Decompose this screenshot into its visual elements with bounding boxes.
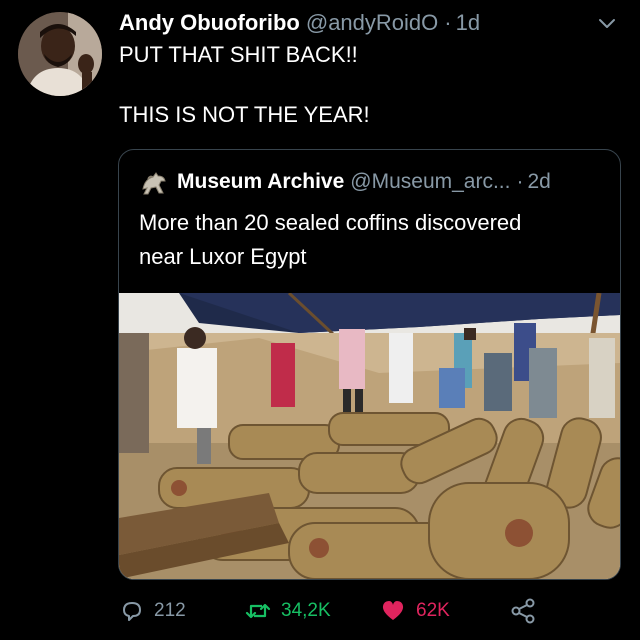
tweet-text-spacer (119, 70, 620, 100)
reply-count: 212 (154, 600, 186, 621)
timestamp[interactable]: 1d (456, 10, 480, 36)
retweet-button[interactable]: 34,2K (245, 594, 331, 628)
display-name[interactable]: Andy Obuoforibo (119, 10, 300, 36)
reply-icon (123, 602, 141, 621)
quoted-tweet[interactable]: Museum Archive @Museum_arc... · 2d More … (118, 149, 621, 580)
share-button[interactable] (510, 594, 546, 628)
horse-statue-icon[interactable] (139, 167, 169, 197)
user-handle[interactable]: @andyRoidO (306, 10, 438, 36)
tweet-actions: 212 34,2K 62K (120, 594, 540, 628)
tweet-text-line: THIS IS NOT THE YEAR! (119, 102, 370, 127)
quoted-tweet-text: More than 20 sealed coffins discovered n… (139, 206, 600, 274)
chevron-down-icon[interactable] (596, 12, 618, 34)
quoted-text-line: near Luxor Egypt (139, 244, 307, 269)
like-button[interactable]: 62K (380, 594, 450, 628)
quoted-photo[interactable] (119, 293, 620, 579)
avatar[interactable] (18, 12, 102, 96)
quoted-tweet-header: Museum Archive @Museum_arc... · 2d (139, 166, 606, 198)
quoted-text-line: More than 20 sealed coffins discovered (139, 210, 522, 235)
heart-icon (382, 601, 404, 620)
quoted-user-handle[interactable]: @Museum_arc... (350, 170, 510, 194)
quoted-display-name[interactable]: Museum Archive (177, 170, 344, 194)
tweet-text-line: PUT THAT SHIT BACK!! (119, 42, 358, 67)
separator: · (444, 10, 452, 35)
tweet[interactable]: Andy Obuoforibo @andyRoidO · 1d PUT THAT… (0, 0, 640, 640)
share-icon (511, 598, 535, 624)
quoted-timestamp[interactable]: 2d (527, 170, 550, 194)
quoted-separator: · (516, 170, 524, 193)
reply-button[interactable]: 212 (120, 594, 186, 628)
tweet-header: Andy Obuoforibo @andyRoidO · 1d (119, 8, 626, 38)
retweet-icon (245, 603, 271, 619)
like-count: 62K (416, 600, 450, 621)
retweet-count: 34,2K (281, 600, 331, 621)
tweet-text: PUT THAT SHIT BACK!! THIS IS NOT THE YEA… (119, 40, 620, 130)
